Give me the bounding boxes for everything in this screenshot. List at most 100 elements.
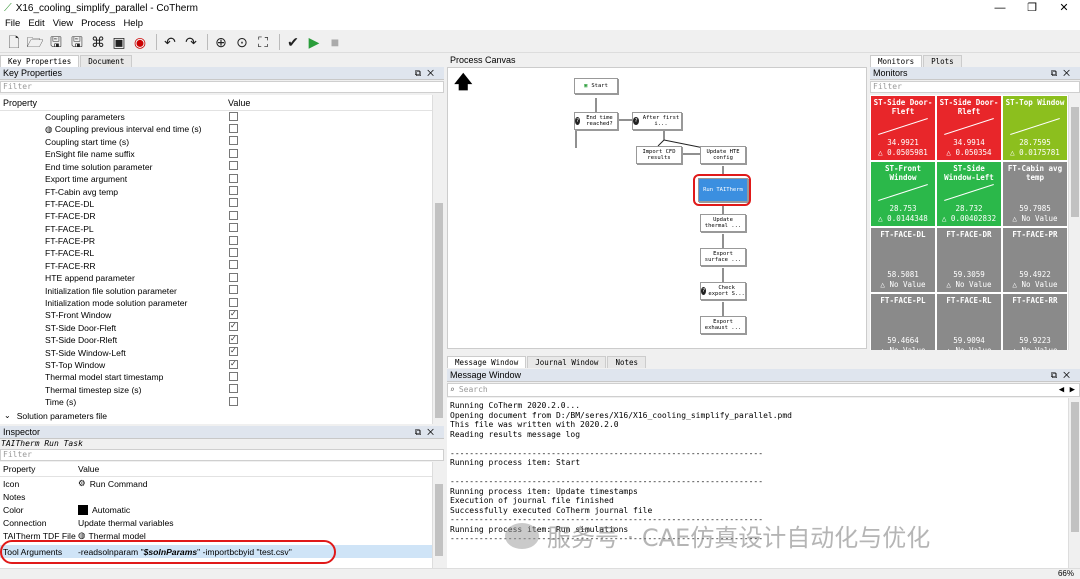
chevron-down-icon[interactable]: ⌄ [4,411,11,420]
node-update-hte[interactable]: Update HTE config [700,146,746,164]
node-import-cfd[interactable]: Import CFD results [636,146,682,164]
property-row[interactable]: Thermal model start timestamp [0,371,432,383]
tab-key-properties[interactable]: Key Properties [0,55,80,67]
monitors-filter[interactable]: Filter [870,81,1080,93]
property-checkbox[interactable] [229,384,238,394]
property-row[interactable]: Export time argument [0,173,432,185]
property-row[interactable]: ST-Side Door-Rleft [0,334,432,346]
panel-float-close-icon[interactable]: ⧉✕ [1051,370,1076,381]
node-after-first[interactable]: ? After first i... [632,112,682,130]
property-checkbox[interactable] [229,111,238,121]
save-icon[interactable]: 🖫 [47,33,65,51]
property-checkbox[interactable] [229,210,238,220]
property-checkbox[interactable] [229,371,238,381]
property-row[interactable]: EnSight file name suffix [0,148,432,160]
check-icon[interactable]: ✔ [284,33,302,51]
maximize-button[interactable]: ❐ [1016,0,1048,17]
group-row[interactable]: ⌄ Solution parameters file [0,409,432,422]
key-properties-filter[interactable]: Filter [0,81,444,93]
monitor-tile[interactable]: FT-FACE-RR 59.9223△ No Value [1003,294,1067,350]
monitor-tile[interactable]: FT-FACE-PL 59.4664△ No Value [871,294,935,350]
property-row[interactable]: FT-FACE-DR [0,210,432,222]
node-start[interactable]: ▣ Start [574,78,618,94]
property-checkbox[interactable] [229,309,238,319]
key-properties-scrollbar[interactable] [432,95,444,424]
property-checkbox[interactable] [229,321,238,332]
monitors-scrollbar[interactable] [1068,95,1080,350]
property-row[interactable]: FT-FACE-RR [0,260,432,272]
node-update-thermal[interactable]: Update thermal ... [700,214,746,232]
monitor-tile[interactable]: FT-FACE-RL 59.9094△ No Value [937,294,1001,350]
property-checkbox[interactable] [229,186,238,196]
menu-process[interactable]: Process [81,18,115,29]
property-checkbox[interactable] [229,346,238,357]
property-checkbox[interactable] [229,396,238,406]
property-row[interactable]: ST-Side Window-Left [0,346,432,358]
property-row[interactable]: FT-FACE-RL [0,247,432,259]
property-checkbox[interactable] [229,297,238,307]
col-value[interactable]: Value [228,98,250,108]
new-file-icon[interactable]: 🗋 [5,33,23,51]
scroll-thumb[interactable] [1071,402,1079,532]
tab-message-window[interactable]: Message Window [447,356,527,368]
property-row[interactable]: ◍ Coupling previous interval end time (s… [0,123,432,135]
inspector-filter[interactable]: Filter [0,449,444,461]
property-checkbox[interactable] [229,334,238,344]
tab-plots[interactable]: Plots [923,55,962,67]
property-checkbox[interactable] [229,260,238,270]
property-checkbox[interactable] [229,161,238,171]
property-checkbox[interactable] [229,173,238,183]
panel-float-close-icon[interactable]: ⧉✕ [415,427,440,438]
stop-icon[interactable]: ■ [326,33,344,51]
property-row[interactable]: FT-FACE-PL [0,223,432,235]
property-row[interactable]: ST-Front Window [0,309,432,321]
property-row[interactable]: Initialization file solution parameter [0,284,432,296]
property-checkbox[interactable] [229,124,238,134]
zoom-select-icon[interactable]: ⊙ [233,33,251,51]
property-checkbox[interactable] [229,198,238,208]
property-checkbox[interactable] [229,247,238,257]
menu-file[interactable]: File [5,18,20,29]
property-checkbox[interactable] [229,235,238,245]
property-row[interactable]: Time (s) [0,396,432,408]
property-row[interactable]: Initialization mode solution parameter [0,297,432,309]
monitor-tile[interactable]: FT-Cabin avg temp 59.7985 △ No Value [1003,162,1067,226]
property-row[interactable]: HTE append parameter [0,272,432,284]
property-row[interactable]: End time solution parameter [0,161,432,173]
nav-arrows-icon[interactable]: ◀ ▶ [1059,384,1075,396]
node-export-exhaust[interactable]: Export exhaust ... [700,316,746,334]
property-row[interactable]: FT-FACE-DL [0,198,432,210]
property-checkbox[interactable] [229,285,238,295]
property-checkbox[interactable] [229,272,238,282]
inspector-row-color[interactable]: Color Automatic [0,503,432,516]
message-scrollbar[interactable] [1068,398,1080,568]
minimize-button[interactable]: — [984,0,1016,17]
property-checkbox[interactable] [229,148,238,158]
monitor-tile[interactable]: ST-Side Door-Rleft 34.9914 △ 0.050354 [937,96,1001,160]
color-swatch[interactable] [78,504,88,515]
inspector-row-icon[interactable]: Icon ⚙ Run Command [0,477,432,490]
fit-view-icon[interactable]: ⛶ [254,33,272,51]
tab-journal-window[interactable]: Journal Window [527,356,607,368]
inspector-row-connection[interactable]: Connection Update thermal variables [0,516,432,529]
property-row[interactable]: ST-Top Window [0,359,432,371]
menu-edit[interactable]: Edit [28,18,44,29]
panel-float-close-icon[interactable]: ⧉✕ [1051,68,1076,79]
monitor-tile[interactable]: ST-Top Window 28.7595 △ 0.0175781 [1003,96,1067,160]
tab-document[interactable]: Document [80,55,133,67]
property-row[interactable]: FT-FACE-PR [0,235,432,247]
property-row[interactable]: Coupling start time (s) [0,136,432,148]
property-row[interactable]: ST-Side Door-Fleft [0,321,432,334]
scroll-thumb[interactable] [435,203,443,418]
document-run-icon[interactable]: ▣ [110,33,128,51]
open-folder-icon[interactable]: 🗁 [26,33,44,51]
message-search[interactable]: ⌕ Search ◀ ▶ [447,383,1080,397]
process-canvas[interactable]: 🡅 ▣ Start ? End time reached? ? After first… [447,67,867,349]
monitor-tile[interactable]: ST-Front Window 28.753 △ 0.0144348 [871,162,935,226]
node-export-surface[interactable]: Export surface ... [700,248,746,266]
property-row[interactable]: Thermal timestep size (s) [0,384,432,396]
property-checkbox[interactable] [229,136,238,146]
network-icon[interactable]: ⌘ [89,33,107,51]
undo-icon[interactable]: ↶ [161,33,179,51]
node-end-time[interactable]: ? End time reached? [574,112,618,130]
